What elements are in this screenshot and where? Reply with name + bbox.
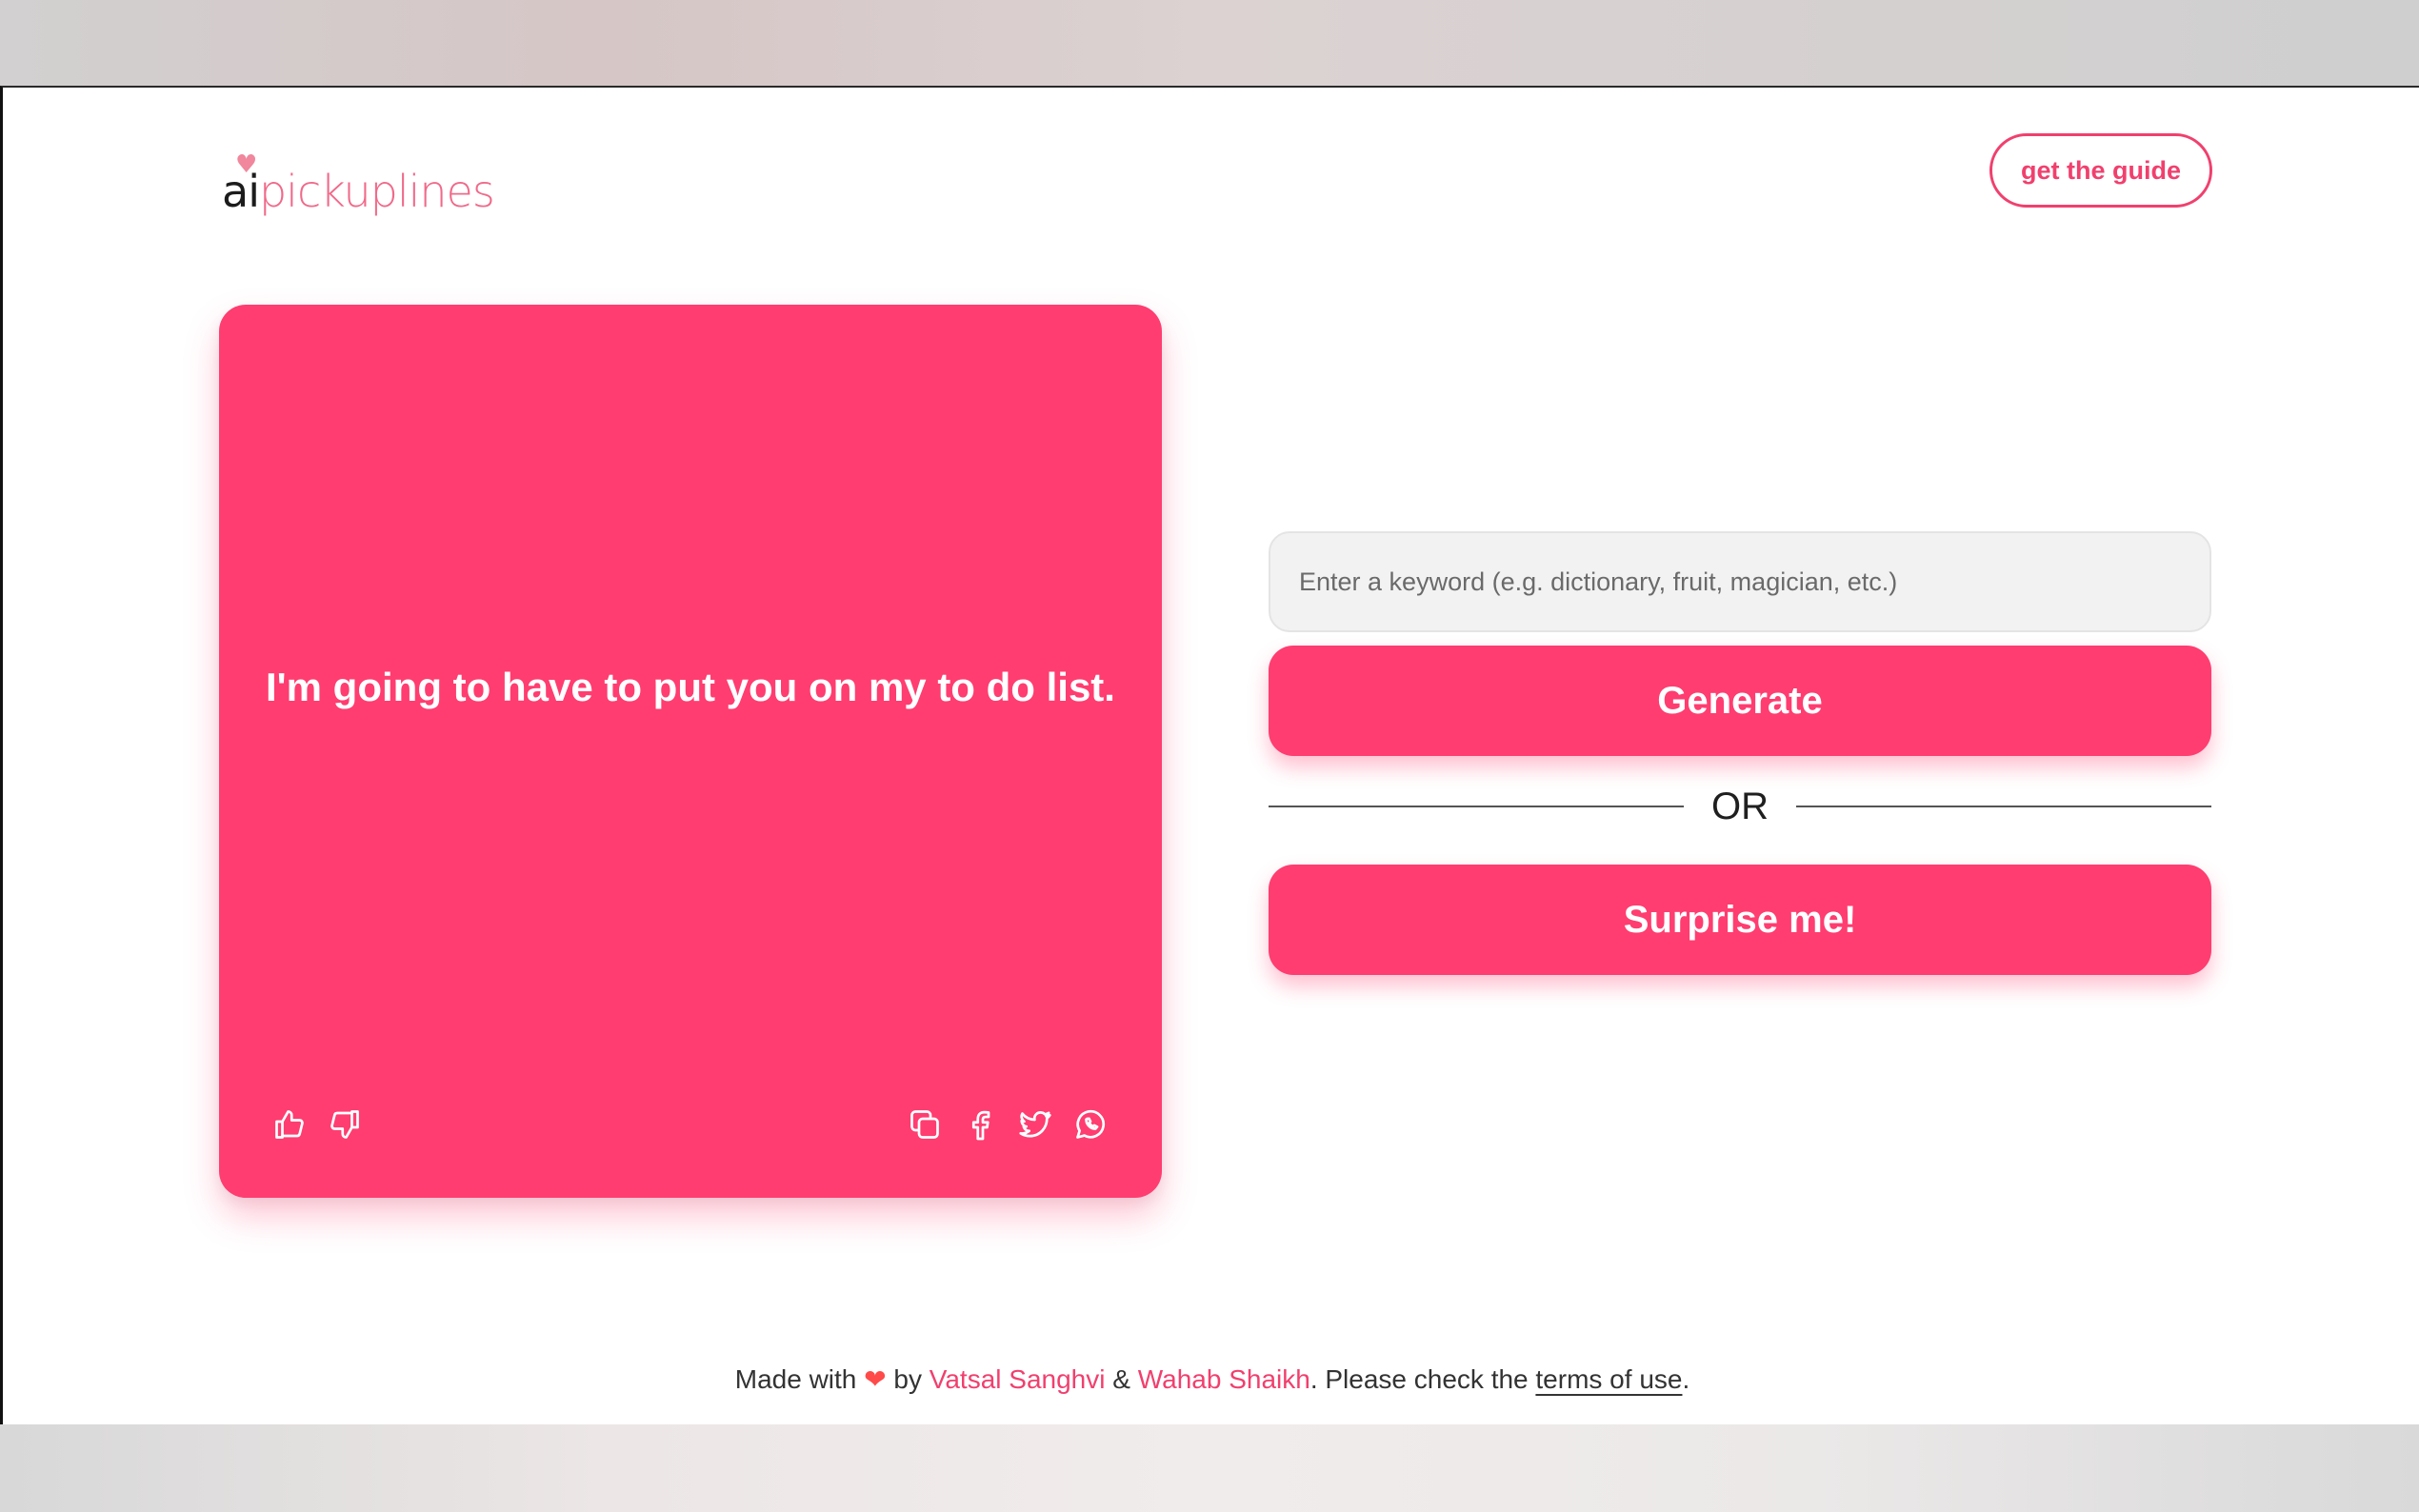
or-divider-line-left — [1269, 806, 1684, 807]
author-link-wahab[interactable]: Wahab Shaikh — [1138, 1364, 1310, 1394]
footer-period: . — [1682, 1364, 1690, 1394]
background-bottom — [0, 1424, 2419, 1512]
footer-by: by — [893, 1364, 922, 1394]
footer-please-check: . Please check the — [1309, 1364, 1529, 1394]
or-label: OR — [1711, 785, 1769, 827]
or-divider: OR — [1269, 783, 2211, 830]
feedback-icons — [271, 1106, 363, 1143]
whatsapp-icon[interactable] — [1072, 1106, 1109, 1143]
facebook-icon[interactable] — [962, 1106, 998, 1143]
pickup-line-text: I'm going to have to put you on my to do… — [266, 665, 1115, 709]
surprise-me-button[interactable]: Surprise me! — [1269, 865, 2211, 975]
generate-button[interactable]: Generate — [1269, 646, 2211, 756]
thumbs-down-icon[interactable] — [327, 1106, 363, 1143]
heart-icon: ❤ — [864, 1364, 887, 1394]
site-logo[interactable]: ♥ ai pickuplines — [222, 137, 495, 217]
terms-of-use-link[interactable]: terms of use — [1535, 1364, 1682, 1394]
pickup-line-card: I'm going to have to put you on my to do… — [219, 305, 1162, 1198]
footer: Made with ❤ by Vatsal Sanghvi & Wahab Sh… — [3, 1363, 2419, 1395]
twitter-icon[interactable] — [1017, 1106, 1053, 1143]
or-divider-line-right — [1796, 806, 2211, 807]
keyword-input[interactable] — [1269, 531, 2211, 632]
share-icons — [907, 1106, 1109, 1143]
browser-window: ♥ ai pickuplines get the guide I'm going… — [0, 86, 2419, 1424]
footer-made-with: Made with — [734, 1364, 857, 1394]
background-top — [0, 0, 2419, 88]
get-the-guide-button[interactable]: get the guide — [1989, 133, 2212, 208]
logo-pickuplines-text: pickuplines — [258, 166, 495, 217]
copy-icon[interactable] — [907, 1106, 943, 1143]
footer-amp: & — [1112, 1364, 1130, 1394]
thumbs-up-icon[interactable] — [271, 1106, 308, 1143]
logo-ai-text: ♥ ai — [222, 152, 260, 213]
logo-heart-icon: ♥ — [235, 150, 257, 179]
author-link-vatsal[interactable]: Vatsal Sanghvi — [930, 1364, 1106, 1394]
